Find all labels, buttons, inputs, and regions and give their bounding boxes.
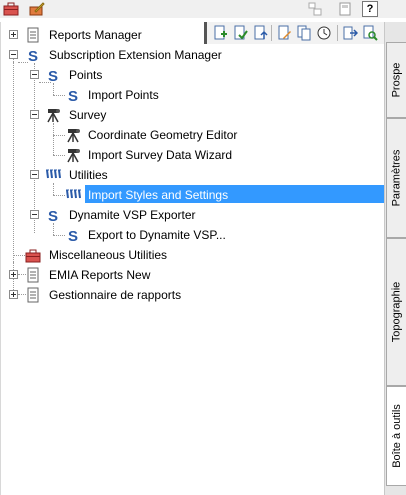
- refresh-document-icon[interactable]: [251, 24, 269, 42]
- help-label: ?: [366, 3, 374, 15]
- tree-item-label: Survey: [69, 108, 107, 122]
- collapse-icon[interactable]: [30, 210, 39, 219]
- tree-item-label: Import Styles and Settings: [86, 188, 231, 202]
- tab-label: Topographie: [390, 281, 403, 343]
- top-toolbar: ?: [0, 0, 406, 18]
- tree-item-label: EMIA Reports New: [49, 268, 151, 282]
- tree-item-label: Points: [69, 68, 103, 82]
- tree-item-import-points[interactable]: S Import Points: [1, 84, 385, 104]
- reports-icon: [27, 27, 39, 43]
- tree-item-coordinate-geometry-editor[interactable]: Coordinate Geometry Editor: [1, 124, 385, 144]
- reports-icon: [27, 287, 39, 303]
- tree-item-label: Import Points: [88, 88, 159, 102]
- tab-label: Prospe: [390, 62, 403, 98]
- collapse-icon[interactable]: [30, 70, 39, 79]
- svg-text:S: S: [68, 88, 78, 103]
- tree-item-miscellaneous-utilities[interactable]: Miscellaneous Utilities: [1, 244, 385, 264]
- survey-icon: [67, 149, 80, 163]
- toolbox-icon[interactable]: [2, 1, 20, 17]
- expand-icon[interactable]: [9, 270, 18, 279]
- tree-item-label: Reports Manager: [49, 28, 142, 42]
- tab-label: Paramètres: [390, 149, 403, 207]
- expand-icon[interactable]: [9, 30, 18, 39]
- document-icon[interactable]: [336, 1, 354, 17]
- vertical-tab-strip: Prospe Paramètres Topographie Boîte à ou…: [384, 22, 406, 495]
- search-document-icon[interactable]: [361, 24, 379, 42]
- s-logo-icon: S: [68, 88, 78, 103]
- tree-item-label: Subscription Extension Manager: [49, 48, 222, 62]
- expand-icon[interactable]: [9, 290, 18, 299]
- tree-item-label: Dynamite VSP Exporter: [69, 208, 196, 222]
- clock-icon[interactable]: [315, 24, 333, 42]
- tab-boite-a-outils[interactable]: Boîte à outils: [386, 386, 406, 486]
- utilities-icon: [46, 169, 61, 179]
- utilities-icon: [66, 189, 81, 199]
- tree-item-import-survey-data-wizard[interactable]: Import Survey Data Wizard: [1, 144, 385, 164]
- tree-item-label: Utilities: [69, 168, 108, 182]
- s-logo-icon: S: [68, 228, 78, 243]
- survey-icon: [47, 109, 60, 123]
- tree-item-utilities[interactable]: Utilities: [1, 164, 385, 184]
- tree-item-dynamite-vsp-exporter[interactable]: S Dynamite VSP Exporter: [1, 204, 385, 224]
- tab-parametres[interactable]: Paramètres: [386, 118, 406, 238]
- svg-text:S: S: [28, 48, 38, 63]
- svg-text:S: S: [48, 68, 58, 83]
- tree-item-points[interactable]: S Points: [1, 64, 385, 84]
- new-document-icon[interactable]: [211, 24, 229, 42]
- export-icon[interactable]: [341, 24, 359, 42]
- toolbar-separator: [271, 25, 272, 41]
- svg-text:S: S: [48, 208, 58, 223]
- svg-text:S: S: [68, 228, 78, 243]
- tree-item-import-styles-and-settings[interactable]: Import Styles and Settings: [1, 184, 385, 204]
- tree-item-label: Import Survey Data Wizard: [88, 148, 233, 162]
- help-icon[interactable]: ?: [362, 1, 378, 17]
- survey-icon: [67, 129, 80, 143]
- edit-document-icon[interactable]: [275, 24, 293, 42]
- tab-label: Boîte à outils: [390, 404, 403, 468]
- tree-item-label: Miscellaneous Utilities: [49, 248, 168, 262]
- collapse-icon[interactable]: [30, 110, 39, 119]
- edit-icon[interactable]: [28, 1, 46, 17]
- s-logo-icon: S: [48, 208, 58, 223]
- s-logo-icon: S: [48, 68, 58, 83]
- collapse-icon[interactable]: [30, 170, 39, 179]
- tree-item-label: Coordinate Geometry Editor: [88, 128, 238, 142]
- tree-item-emia-reports-new[interactable]: EMIA Reports New: [1, 264, 385, 284]
- tree-item-label: Export to Dynamite VSP...: [88, 228, 226, 242]
- tab-prospector[interactable]: Prospe: [386, 42, 406, 118]
- tree-item-label: Gestionnaire de rapports: [49, 288, 182, 302]
- reports-icon: [27, 267, 39, 283]
- tab-topographie[interactable]: Topographie: [386, 238, 406, 386]
- tree-item-export-to-dynamite-vsp[interactable]: S Export to Dynamite VSP...: [1, 224, 385, 244]
- window-icon[interactable]: [306, 1, 324, 17]
- s-logo-icon: S: [28, 48, 38, 63]
- check-document-icon[interactable]: [231, 24, 249, 42]
- collapse-icon[interactable]: [9, 50, 18, 59]
- tree-view: Reports Manager S Subscription Extension…: [0, 22, 385, 495]
- tree-toolbar: [204, 22, 384, 44]
- copy-document-icon[interactable]: [295, 24, 313, 42]
- tree-item-subscription-extension-manager[interactable]: S Subscription Extension Manager: [1, 44, 385, 64]
- tree-item-survey[interactable]: Survey: [1, 104, 385, 124]
- toolbar-separator: [337, 25, 338, 41]
- tree-item-gestionnaire-de-rapports[interactable]: Gestionnaire de rapports: [1, 284, 385, 304]
- toolbox-icon: [25, 249, 41, 263]
